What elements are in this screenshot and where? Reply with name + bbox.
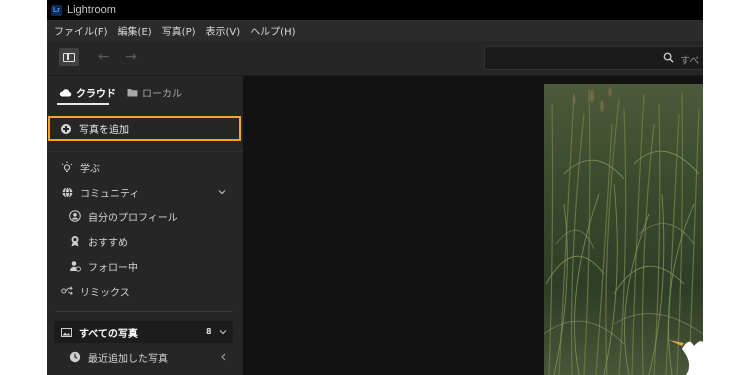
tab-local-label: ローカル (142, 89, 182, 100)
menu-photo[interactable]: 写真(P) (162, 23, 196, 38)
divider (55, 311, 233, 312)
clock-icon (69, 351, 81, 363)
forward-arrow-icon[interactable]: → (125, 50, 137, 64)
sidebar-item-label: 学ぶ (80, 163, 100, 175)
reed-photo[interactable] (544, 84, 703, 375)
active-tab-indicator (57, 103, 109, 105)
menu-help[interactable]: ヘルプ(H) (250, 23, 295, 38)
sidebar-item-label: コミュニティ (80, 188, 140, 200)
menu-view[interactable]: 表示(V) (206, 23, 241, 38)
panel-toggle-button[interactable] (59, 48, 79, 66)
tab-cloud-label: クラウド (76, 89, 116, 100)
tab-local[interactable]: ローカル (127, 85, 182, 100)
search-placeholder: すべ (680, 56, 700, 67)
divider (47, 151, 243, 152)
cloud-icon (59, 89, 72, 97)
sidebar-item-following[interactable]: フォロー中 (47, 255, 243, 277)
search-icon (663, 52, 674, 63)
remix-icon (61, 285, 73, 297)
back-arrow-icon[interactable]: ← (98, 50, 110, 64)
sidebar-item-label: 最近追加した写真 (88, 353, 168, 365)
profile-icon (69, 210, 81, 222)
chevron-down-icon[interactable] (218, 327, 228, 337)
search-input[interactable]: すべ (484, 46, 703, 70)
sidebar-item-all-photos[interactable]: すべての写真 8 (54, 321, 233, 343)
app-title: Lightroom (67, 4, 116, 16)
tab-cloud[interactable]: クラウド (59, 85, 116, 100)
lightroom-logo-icon: Lr (51, 4, 62, 16)
sidebar-item-remix[interactable]: リミックス (47, 280, 243, 302)
toolbar: ← → すべ (47, 41, 703, 76)
menu-file[interactable]: ファイル(F) (54, 23, 108, 38)
sidebar-item-label: おすすめ (88, 237, 128, 249)
sidebar-item-label: フォロー中 (88, 262, 138, 274)
all-photos-label: すべての写真 (79, 328, 138, 340)
chevron-left-icon[interactable] (219, 352, 227, 362)
add-photos-button[interactable]: 写真を追加 (48, 116, 241, 141)
photo-icon (61, 327, 72, 337)
sidebar-item-my-profile[interactable]: 自分のプロフィール (47, 205, 243, 227)
photo-count-badge: 8 (206, 327, 212, 336)
lightbulb-icon (61, 161, 73, 173)
folder-icon (127, 89, 138, 97)
following-icon (69, 260, 81, 272)
sidebar-item-recommended[interactable]: おすすめ (47, 230, 243, 252)
left-sidebar: クラウド ローカル 写真を追加 学ぶ コミュニティ 自分のプロフィール おすすめ… (47, 76, 243, 375)
add-photos-label: 写真を追加 (79, 125, 129, 136)
menu-bar: ファイル(F) 編集(E) 写真(P) 表示(V) ヘルプ(H) (47, 20, 703, 41)
sidebar-item-learn[interactable]: 学ぶ (47, 156, 243, 178)
sidebar-item-label: 自分のプロフィール (88, 212, 178, 224)
sidebar-item-recently-added[interactable]: 最近追加した写真 (47, 346, 243, 368)
sidebar-item-label: リミックス (80, 287, 130, 299)
lightroom-window: Lr Lightroom ファイル(F) 編集(E) 写真(P) 表示(V) ヘ… (47, 0, 703, 375)
sidebar-panel-icon (63, 52, 75, 62)
sidebar-item-community[interactable]: コミュニティ (47, 181, 243, 203)
photo-canvas (243, 76, 703, 375)
menu-edit[interactable]: 編集(E) (118, 23, 152, 38)
add-circle-icon (61, 123, 71, 134)
award-icon (69, 235, 81, 247)
chevron-down-icon[interactable] (217, 187, 227, 197)
title-bar: Lr Lightroom (47, 0, 703, 20)
globe-icon (61, 186, 73, 198)
